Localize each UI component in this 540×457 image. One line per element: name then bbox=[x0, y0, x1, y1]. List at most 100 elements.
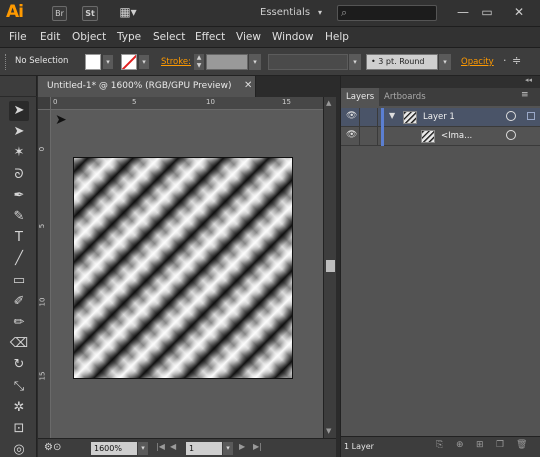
menu-file[interactable]: File bbox=[9, 31, 27, 43]
illustrator-logo: Ai bbox=[6, 2, 24, 22]
previous-artboard-icon[interactable]: ◀ bbox=[170, 442, 176, 451]
make-clipping-mask-icon[interactable]: ⊞ bbox=[476, 440, 484, 450]
panel-menu-icon[interactable]: ≡ bbox=[521, 90, 529, 100]
workspace-switcher[interactable]: Essentials ▾ bbox=[260, 7, 322, 18]
tab-layers[interactable]: Layers bbox=[341, 88, 379, 106]
arrange-documents-icon[interactable]: ▦▾ bbox=[116, 6, 140, 21]
ruler-origin[interactable] bbox=[38, 97, 51, 110]
scrollbar-thumb[interactable] bbox=[326, 260, 335, 272]
close-window-button[interactable]: ✕ bbox=[504, 4, 534, 21]
shape-builder-tool-icon[interactable]: ◎ bbox=[9, 440, 29, 457]
ruler-h-label: 5 bbox=[132, 98, 137, 106]
fill-dropdown-icon[interactable]: ▾ bbox=[103, 55, 113, 69]
menu-edit[interactable]: Edit bbox=[40, 31, 60, 43]
stroke-weight-field[interactable] bbox=[206, 54, 248, 70]
pen-tool-icon[interactable]: ✒ bbox=[9, 186, 29, 206]
artboard-number-field[interactable]: 1 bbox=[186, 442, 222, 455]
menu-help[interactable]: Help bbox=[325, 31, 349, 43]
expand-triangle-icon[interactable]: ▼ bbox=[389, 111, 395, 120]
variable-width-dropdown-icon[interactable]: ▾ bbox=[349, 54, 361, 70]
panel-tab-bar: ◂◂ Layers Artboards ≡ bbox=[341, 76, 540, 106]
rectangle-tool-icon[interactable]: ▭ bbox=[9, 271, 29, 291]
menu-select[interactable]: Select bbox=[153, 31, 185, 43]
type-tool-icon[interactable]: T bbox=[9, 228, 29, 248]
magic-wand-tool-icon[interactable]: ✶ bbox=[9, 143, 29, 163]
scroll-up-icon[interactable]: ▲ bbox=[326, 99, 331, 107]
paintbrush-tool-icon[interactable]: ✐ bbox=[9, 292, 29, 312]
eye-icon[interactable]: 👁 bbox=[346, 130, 357, 140]
target-icon[interactable] bbox=[506, 130, 516, 140]
document-tab[interactable]: Untitled-1* @ 1600% (RGB/GPU Preview) ✕ bbox=[38, 76, 256, 97]
graphic-style-icon[interactable]: · bbox=[503, 54, 507, 67]
layer-count: 1 Layer bbox=[344, 442, 374, 451]
eye-icon[interactable]: 👁 bbox=[346, 111, 357, 121]
line-segment-tool-icon[interactable]: ╱ bbox=[9, 249, 29, 269]
chevron-down-icon: ▾ bbox=[318, 8, 323, 17]
stroke-panel-link[interactable]: Stroke: bbox=[161, 57, 191, 67]
eraser-tool-icon[interactable]: ⌫ bbox=[9, 334, 29, 354]
delete-layer-icon[interactable]: 🗑 bbox=[516, 440, 527, 450]
close-icon[interactable]: ✕ bbox=[244, 80, 252, 91]
first-artboard-icon[interactable]: |◀ bbox=[156, 442, 165, 451]
vertical-scrollbar[interactable]: ▲ ▼ bbox=[323, 97, 336, 438]
column-divider bbox=[377, 108, 378, 127]
menu-effect[interactable]: Effect bbox=[195, 31, 225, 43]
gpu-performance-icon[interactable]: ⚙⊙ bbox=[44, 442, 61, 453]
menu-type[interactable]: Type bbox=[117, 31, 141, 43]
panel-grip[interactable] bbox=[5, 54, 8, 70]
status-bar: ⚙⊙ 1600% ▾ |◀ ◀ 1 ▾ ▶ ▶| bbox=[38, 438, 336, 457]
scale-tool-icon[interactable]: ⤡ bbox=[9, 377, 29, 397]
stroke-swatch[interactable] bbox=[121, 54, 137, 70]
panel-drag-strip[interactable]: ◂◂ bbox=[341, 76, 540, 88]
opacity-panel-link[interactable]: Opacity bbox=[461, 57, 494, 67]
fill-swatch[interactable] bbox=[85, 54, 101, 70]
zoom-dropdown-icon[interactable]: ▾ bbox=[138, 442, 148, 455]
curvature-tool-icon[interactable]: ✎ bbox=[9, 207, 29, 227]
menu-view[interactable]: View bbox=[236, 31, 261, 43]
export-layer-icon[interactable]: ⎘ bbox=[436, 440, 443, 450]
document-canvas[interactable]: ➤ bbox=[51, 110, 323, 438]
last-artboard-icon[interactable]: ▶| bbox=[253, 442, 262, 451]
next-artboard-icon[interactable]: ▶ bbox=[239, 442, 245, 451]
bridge-button[interactable]: Br bbox=[52, 6, 67, 21]
selection-indicator[interactable] bbox=[527, 112, 535, 120]
lasso-tool-icon[interactable]: ᘐ bbox=[9, 165, 29, 185]
direct-selection-tool-icon[interactable]: ➤ bbox=[9, 122, 29, 142]
minimize-button[interactable]: — bbox=[452, 4, 474, 21]
layer-row[interactable]: 👁 <Ima... bbox=[341, 127, 540, 146]
menu-object[interactable]: Object bbox=[72, 31, 106, 43]
help-search-input[interactable]: ⌕ bbox=[337, 5, 437, 21]
zoom-level-field[interactable]: 1600% bbox=[91, 442, 137, 455]
stroke-weight-stepper[interactable]: ▲ ▼ bbox=[194, 54, 204, 70]
locate-object-icon[interactable]: ⊕ bbox=[456, 440, 464, 450]
stroke-dropdown-icon[interactable]: ▾ bbox=[139, 55, 149, 69]
scroll-down-icon[interactable]: ▼ bbox=[326, 427, 331, 435]
artboard-dropdown-icon[interactable]: ▾ bbox=[223, 442, 233, 455]
target-icon[interactable] bbox=[506, 111, 516, 121]
layer-name[interactable]: <Ima... bbox=[441, 131, 472, 141]
selection-tool-icon[interactable]: ➤ bbox=[9, 101, 29, 121]
brush-definition-field[interactable]: • 3 pt. Round bbox=[366, 54, 438, 70]
tools-panel-header[interactable] bbox=[0, 76, 37, 97]
vertical-ruler[interactable]: 0 5 10 15 bbox=[38, 110, 51, 438]
pencil-tool-icon[interactable]: ✏ bbox=[9, 313, 29, 333]
maximize-button[interactable]: ▭ bbox=[476, 4, 498, 21]
layer-name[interactable]: Layer 1 bbox=[423, 112, 455, 122]
align-options-icon[interactable]: ≑ bbox=[512, 54, 521, 67]
stock-button[interactable]: St bbox=[82, 6, 98, 21]
new-layer-icon[interactable]: ❐ bbox=[496, 440, 504, 450]
placed-image[interactable] bbox=[73, 157, 293, 379]
collapse-panel-icon[interactable]: ◂◂ bbox=[525, 76, 532, 84]
menu-bar: File Edit Object Type Select Effect View… bbox=[0, 27, 540, 48]
puppet-warp-tool-icon[interactable]: ✲ bbox=[9, 398, 29, 418]
variable-width-profile[interactable] bbox=[268, 54, 348, 70]
rotate-tool-icon[interactable]: ↻ bbox=[9, 355, 29, 375]
brush-definition-dropdown-icon[interactable]: ▾ bbox=[439, 54, 451, 70]
horizontal-ruler[interactable]: 0 5 10 15 bbox=[38, 97, 323, 110]
stroke-weight-dropdown-icon[interactable]: ▾ bbox=[249, 54, 261, 70]
tab-artboards[interactable]: Artboards bbox=[381, 88, 441, 106]
menu-window[interactable]: Window bbox=[272, 31, 313, 43]
ruler-h-label: 15 bbox=[282, 98, 291, 106]
free-transform-tool-icon[interactable]: ⊡ bbox=[9, 419, 29, 439]
layer-row[interactable]: 👁 ▼ Layer 1 bbox=[341, 108, 540, 127]
